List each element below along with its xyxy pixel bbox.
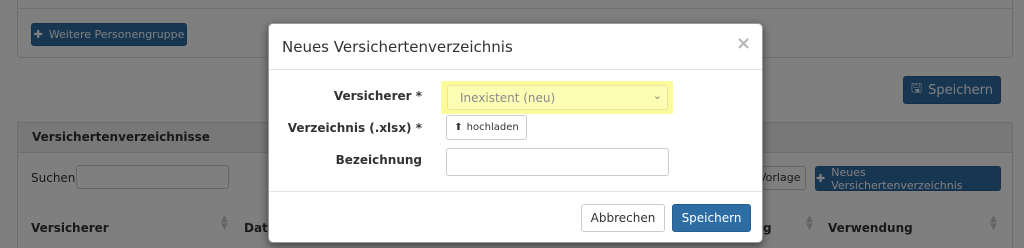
cancel-label: Abbrechen (590, 211, 656, 225)
insurer-label: Versicherer * (333, 89, 422, 103)
modal-title: Neues Versichertenverzeichnis (282, 38, 513, 56)
new-directory-dialog: Neues Versichertenverzeichnis × Versiche… (268, 23, 763, 243)
submit-button[interactable]: Speichern (672, 204, 751, 232)
upload-icon: ⬆ (454, 122, 463, 133)
modal-footer-divider (269, 191, 762, 192)
modal-header: Neues Versichertenverzeichnis × (269, 24, 762, 70)
upload-button[interactable]: ⬆ hochladen (446, 115, 527, 140)
name-label: Bezeichnung (335, 153, 422, 167)
upload-label: hochladen (466, 122, 519, 133)
insurer-select-highlight: Inexistent (neu) ⌄ (441, 81, 673, 114)
submit-label: Speichern (681, 211, 742, 225)
cancel-button[interactable]: Abbrechen (581, 204, 665, 232)
chevron-down-icon: ⌄ (652, 89, 662, 102)
insurer-select-value: Inexistent (neu) (460, 91, 556, 105)
close-icon[interactable]: × (736, 33, 751, 54)
directory-label: Verzeichnis (.xlsx) * (287, 121, 422, 135)
name-input[interactable] (446, 148, 669, 176)
insurer-select[interactable]: Inexistent (neu) ⌄ (447, 85, 668, 110)
